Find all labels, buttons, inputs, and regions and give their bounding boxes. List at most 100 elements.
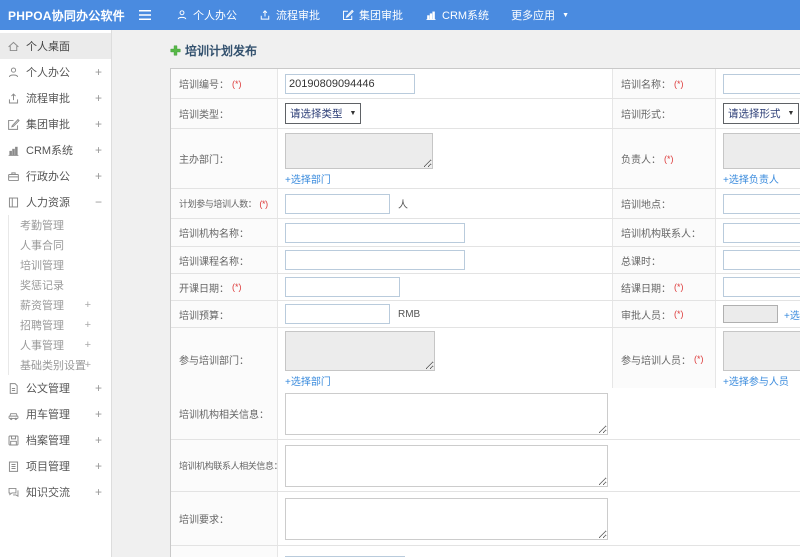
select-participants-link[interactable]: +选择参与人员: [723, 373, 789, 388]
sidebar-subitem-salary[interactable]: 薪资管理 +: [9, 295, 111, 315]
sidebar-item-admin-office[interactable]: 行政办公 +: [0, 163, 111, 189]
start-date-input[interactable]: [285, 277, 400, 297]
expand-plus-icon[interactable]: +: [95, 381, 102, 395]
top-header: PHPOA协同办公软件 个人办公 流程审批 集团审批 CRM系统 更多应用 ▼: [0, 0, 800, 30]
menu-item-label: 个人办公: [193, 10, 237, 22]
sidebar-item-archive-management[interactable]: 档案管理 +: [0, 427, 111, 453]
form-row: 培训编号：(*) 培训名称：(*): [171, 69, 800, 99]
sidebar-subitem-base-category[interactable]: 基础类别设置 +: [9, 355, 111, 375]
form-row: 培训机构相关信息：: [171, 388, 800, 440]
sidebar-subitem-reward-punishment[interactable]: 奖惩记录: [9, 275, 111, 295]
expand-plus-icon[interactable]: +: [85, 319, 91, 331]
expand-plus-icon[interactable]: +: [95, 91, 102, 105]
expand-plus-icon[interactable]: +: [95, 117, 102, 131]
label-budget: 培训预算：: [171, 301, 278, 327]
planned-count-input[interactable]: [285, 193, 390, 214]
project-icon: [8, 461, 19, 472]
total-hours-input[interactable]: [723, 250, 800, 270]
sidebar-item-project-management[interactable]: 项目管理 +: [0, 453, 111, 479]
org-name-input[interactable]: [285, 222, 465, 243]
form-row: 培训类型： 请选择类型 ▼ 培训形式： 请选择形式 ▼: [171, 99, 800, 129]
expand-plus-icon[interactable]: +: [95, 143, 102, 157]
label-org-info: 培训机构相关信息：: [171, 388, 278, 439]
app-logo: PHPOA协同办公软件: [8, 8, 125, 23]
approver-input[interactable]: [723, 305, 778, 323]
sidebar-subitem-recruitment[interactable]: 招聘管理 +: [9, 315, 111, 335]
collapse-minus-icon[interactable]: −: [95, 195, 102, 209]
book-icon: [8, 197, 19, 207]
expand-plus-icon[interactable]: +: [95, 65, 102, 79]
edit-icon: [343, 9, 354, 20]
course-name-input[interactable]: [285, 250, 465, 270]
sidebar-item-group-approval[interactable]: 集团审批 +: [0, 111, 111, 137]
label-host-dept: 主办部门：: [171, 129, 278, 188]
menu-item-crm-system[interactable]: CRM系统: [425, 7, 489, 23]
org-contact-input[interactable]: [723, 222, 800, 243]
sidebar-item-vehicle-management[interactable]: 用车管理 +: [0, 401, 111, 427]
sidebar-item-crm-system[interactable]: CRM系统 +: [0, 137, 111, 163]
menu-item-label: CRM系统: [442, 10, 490, 22]
requirements-textarea[interactable]: [285, 497, 608, 540]
sidebar-item-personal-desktop[interactable]: 个人桌面: [0, 33, 111, 59]
host-dept-textarea[interactable]: [285, 132, 433, 169]
expand-plus-icon[interactable]: +: [85, 299, 91, 311]
expand-plus-icon[interactable]: +: [85, 339, 91, 351]
user-icon: [177, 10, 187, 20]
sidebar-subitem-hr-contract[interactable]: 人事合同: [9, 235, 111, 255]
end-date-input[interactable]: [723, 277, 800, 297]
caret-down-icon: ▼: [787, 110, 795, 117]
join-depts-textarea[interactable]: [285, 331, 435, 371]
hr-submenu: 考勤管理 人事合同 培训管理 奖惩记录 薪资管理 + 招聘管理 + 人事管理 + 基础…: [8, 215, 111, 375]
form-row: 开课日期： (*) 结课日期： (*): [171, 274, 800, 301]
select-approver-link[interactable]: +选择审批人员: [784, 307, 800, 322]
expand-plus-icon[interactable]: +: [95, 169, 102, 183]
sidebar: 个人桌面 个人办公 + 流程审批 + 集团审批 + CRM系统 + 行政办公 +…: [0, 30, 112, 557]
select-dept-link[interactable]: +选择部门: [285, 373, 331, 388]
sidebar-subitem-training-management[interactable]: 培训管理: [9, 255, 111, 275]
sidebar-item-knowledge-exchange[interactable]: 知识交流 +: [0, 479, 111, 505]
expand-plus-icon[interactable]: +: [95, 485, 102, 499]
sidebar-subitem-personnel[interactable]: 人事管理 +: [9, 335, 111, 355]
form-row: 培训机构联系人相关信息：: [171, 440, 800, 492]
expand-plus-icon[interactable]: +: [95, 407, 102, 421]
chart-icon: [426, 11, 436, 20]
expand-plus-icon[interactable]: +: [85, 359, 91, 371]
select-dept-link[interactable]: +选择部门: [285, 171, 331, 186]
required-star: (*): [674, 309, 684, 319]
expand-plus-icon[interactable]: +: [95, 459, 102, 473]
sidebar-item-human-resources[interactable]: 人力资源 −: [0, 189, 111, 215]
training-form-select[interactable]: 请选择形式 ▼: [723, 103, 800, 124]
org-contact-info-textarea[interactable]: [285, 444, 608, 487]
menu-item-personal-office[interactable]: 个人办公: [176, 7, 237, 23]
hamburger-icon: [139, 9, 151, 21]
hamburger-button[interactable]: [138, 9, 158, 21]
training-name-input[interactable]: [723, 73, 800, 94]
label-org-name: 培训机构名称：: [171, 219, 278, 246]
menu-item-group-approval[interactable]: 集团审批: [342, 7, 403, 23]
form-row: 培训预算： RMB 审批人员：(*) +选择审批人员: [171, 301, 800, 328]
menu-item-workflow-approval[interactable]: 流程审批: [259, 7, 320, 23]
form-row: 主办部门： +选择部门 负责人： (*) +选择负责人: [171, 129, 800, 189]
menu-item-more-apps[interactable]: 更多应用 ▼: [511, 7, 569, 23]
archive-icon: [8, 435, 19, 445]
label-attachment: 附件文档：: [171, 546, 278, 557]
menu-item-label: 集团审批: [359, 10, 403, 22]
join-people-textarea[interactable]: [723, 331, 800, 371]
training-no-input[interactable]: [285, 73, 415, 94]
sidebar-item-workflow-approval[interactable]: 流程审批 +: [0, 85, 111, 111]
top-menu: 个人办公 流程审批 集团审批 CRM系统 更多应用 ▼: [176, 7, 591, 23]
location-input[interactable]: [723, 193, 800, 214]
org-info-textarea[interactable]: [285, 392, 608, 435]
select-leader-link[interactable]: +选择负责人: [723, 171, 779, 186]
leader-textarea[interactable]: [723, 132, 800, 169]
training-type-select[interactable]: 请选择类型 ▼: [285, 103, 362, 124]
label-location: 培训地点：: [613, 189, 716, 218]
sidebar-subitem-attendance[interactable]: 考勤管理: [9, 215, 111, 235]
expand-plus-icon[interactable]: +: [95, 433, 102, 447]
caret-down-icon: ▼: [562, 11, 569, 19]
budget-input[interactable]: [285, 304, 390, 324]
sidebar-item-personal-office[interactable]: 个人办公 +: [0, 59, 111, 85]
unit-suffix: 人: [398, 200, 408, 211]
sidebar-item-document-management[interactable]: 公文管理 +: [0, 375, 111, 401]
chart-icon: [8, 146, 19, 156]
